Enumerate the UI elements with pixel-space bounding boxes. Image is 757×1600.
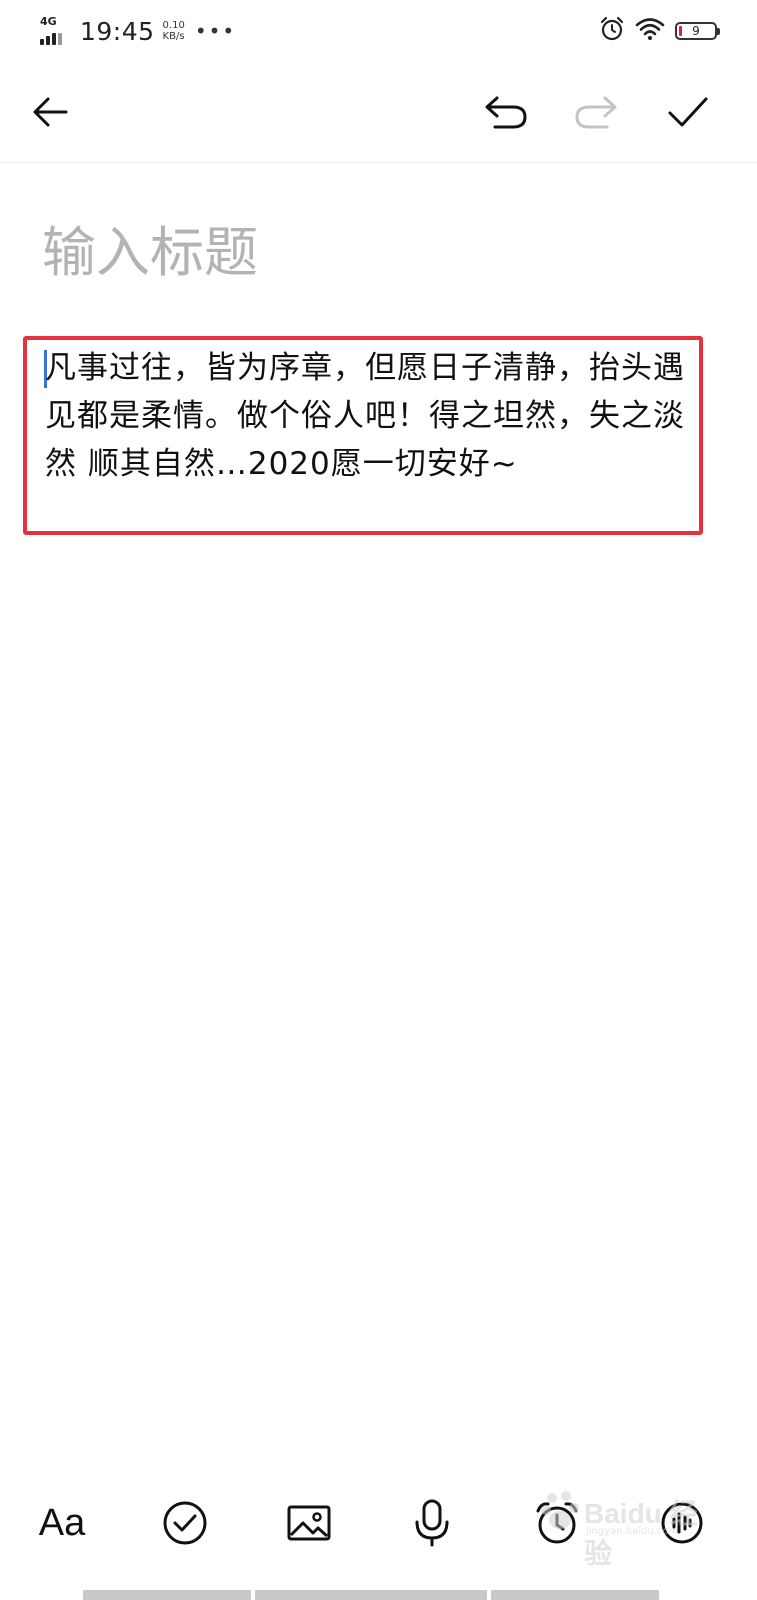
speed-value: 0.10 xyxy=(162,20,185,31)
note-body-editor[interactable]: 凡事过往，皆为序章，但愿日子清静，抬头遇见都是柔情。做个俗人吧！得之坦然，失之淡… xyxy=(45,344,695,488)
more-notifications-icon: ••• xyxy=(194,19,237,43)
check-icon xyxy=(668,97,708,127)
format-icon: Aa xyxy=(38,1501,86,1544)
battery-icon: 9 xyxy=(675,22,720,40)
status-right: 9 xyxy=(599,14,720,48)
insert-image-button[interactable] xyxy=(279,1493,339,1553)
format-button[interactable]: Aa xyxy=(32,1493,92,1553)
back-button[interactable] xyxy=(22,84,78,140)
signal-bars-icon xyxy=(40,33,62,45)
note-title-input[interactable] xyxy=(42,212,702,292)
microphone-icon xyxy=(415,1499,449,1547)
editor-toolbar xyxy=(0,62,757,163)
nav-segment xyxy=(491,1590,659,1600)
paw-logo-icon xyxy=(541,1491,579,1529)
battery-level: 9 xyxy=(692,24,700,38)
undo-icon xyxy=(485,96,527,129)
wifi-icon xyxy=(635,17,665,45)
alarm-clock-icon xyxy=(599,16,625,46)
status-left: 4G 19:45 0.10 KB/s ••• xyxy=(40,14,236,48)
battery-level-fill xyxy=(679,26,682,36)
checklist-button[interactable] xyxy=(155,1493,215,1553)
image-icon xyxy=(287,1505,331,1541)
baidu-watermark: Baidu 经验 jingyan.baidu.com xyxy=(540,1480,720,1569)
navigation-strip xyxy=(0,1590,757,1600)
network-type: 4G xyxy=(40,15,57,28)
network-speed: 0.10 KB/s xyxy=(163,20,185,42)
voice-input-button[interactable] xyxy=(402,1493,462,1553)
cellular-signal: 4G xyxy=(40,15,70,45)
watermark-url: jingyan.baidu.com xyxy=(586,1526,679,1537)
undo-button[interactable] xyxy=(478,84,534,140)
redo-icon xyxy=(575,96,617,129)
nav-segment xyxy=(83,1590,251,1600)
save-button[interactable] xyxy=(660,84,716,140)
arrow-left-icon xyxy=(33,97,68,127)
speed-unit: KB/s xyxy=(162,31,185,42)
nav-segment xyxy=(255,1590,487,1600)
clock: 19:45 xyxy=(80,16,155,46)
status-bar: 4G 19:45 0.10 KB/s ••• 9 xyxy=(0,0,757,62)
note-body-highlight: 凡事过往，皆为序章，但愿日子清静，抬头遇见都是柔情。做个俗人吧！得之坦然，失之淡… xyxy=(23,336,703,535)
redo-button[interactable] xyxy=(568,84,624,140)
checklist-icon xyxy=(163,1501,207,1545)
